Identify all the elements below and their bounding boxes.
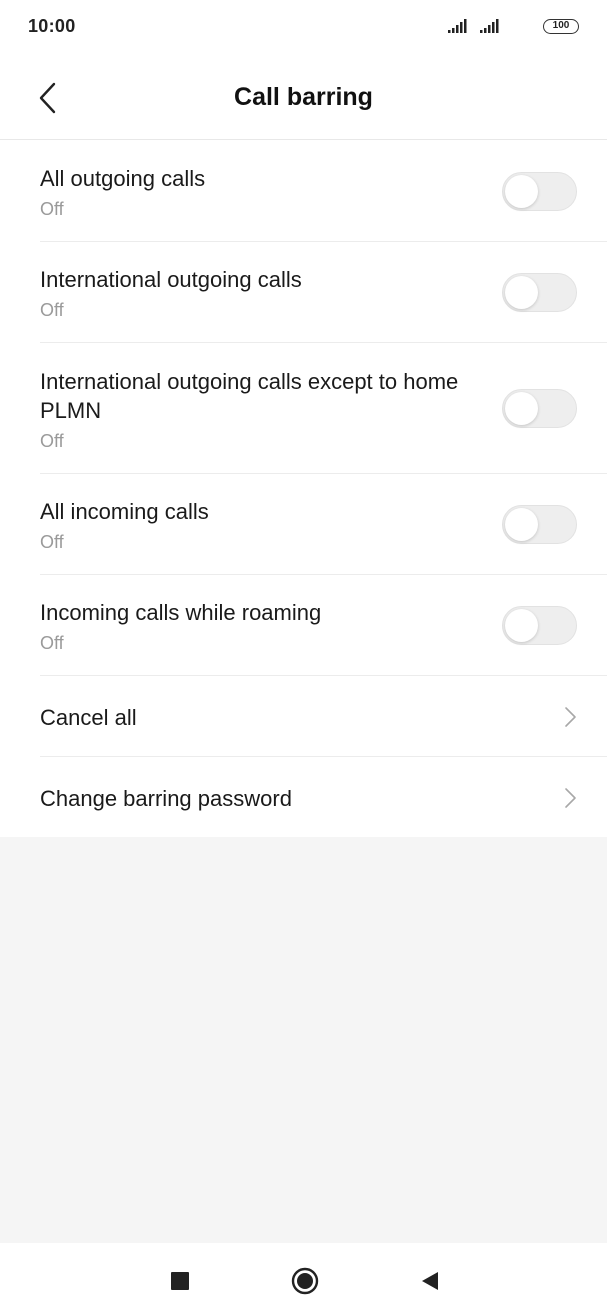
setting-status: Off [40,300,64,320]
circle-icon[interactable] [291,1267,319,1295]
chevron-right-icon [565,707,576,727]
toggle-knob [505,609,538,642]
toggle-knob [505,276,538,309]
setting-status: Off [40,532,64,552]
setting-row-cancel-all[interactable]: Cancel all [40,676,607,757]
triangle-left-icon[interactable] [420,1271,440,1291]
toggle-knob [505,175,538,208]
setting-row-change-password[interactable]: Change barring password [40,757,607,838]
chevron-right-icon [565,788,576,808]
setting-title: International outgoing calls [40,267,302,292]
setting-row-all-outgoing[interactable]: All outgoing calls Off [40,141,607,242]
setting-row-all-incoming[interactable]: All incoming calls Off [40,474,607,575]
setting-status: Off [40,199,64,219]
header: Call barring [0,56,607,140]
toggle-switch[interactable] [502,389,577,428]
toggle-switch[interactable] [502,172,577,211]
square-icon[interactable] [171,1272,189,1290]
setting-title: Change barring password [40,786,292,811]
toggle-switch[interactable] [502,505,577,544]
signal-icon [448,19,467,33]
setting-title: All incoming calls [40,499,209,524]
empty-area [0,837,607,1243]
setting-status: Off [40,633,64,653]
setting-row-international-outgoing[interactable]: International outgoing calls Off [40,242,607,343]
setting-row-international-except-home[interactable]: International outgoing calls except to h… [40,343,607,474]
setting-title: Cancel all [40,705,137,730]
navigation-bar [0,1243,607,1316]
setting-title: International outgoing calls except to h… [40,369,459,423]
page-title: Call barring [234,83,373,111]
setting-row-incoming-roaming[interactable]: Incoming calls while roaming Off [40,575,607,676]
setting-status: Off [40,431,64,451]
toggle-switch[interactable] [502,273,577,312]
settings-list: All outgoing calls Off International out… [0,141,607,838]
setting-title: All outgoing calls [40,166,206,191]
signal-icon [480,19,499,33]
toggle-switch[interactable] [502,606,577,645]
status-time: 10:00 [28,16,76,36]
toggle-knob [505,508,538,541]
setting-title: Incoming calls while roaming [40,600,322,625]
status-bar: 10:00 100 [0,0,607,56]
battery-icon: 100 [543,19,579,34]
toggle-knob [505,392,538,425]
